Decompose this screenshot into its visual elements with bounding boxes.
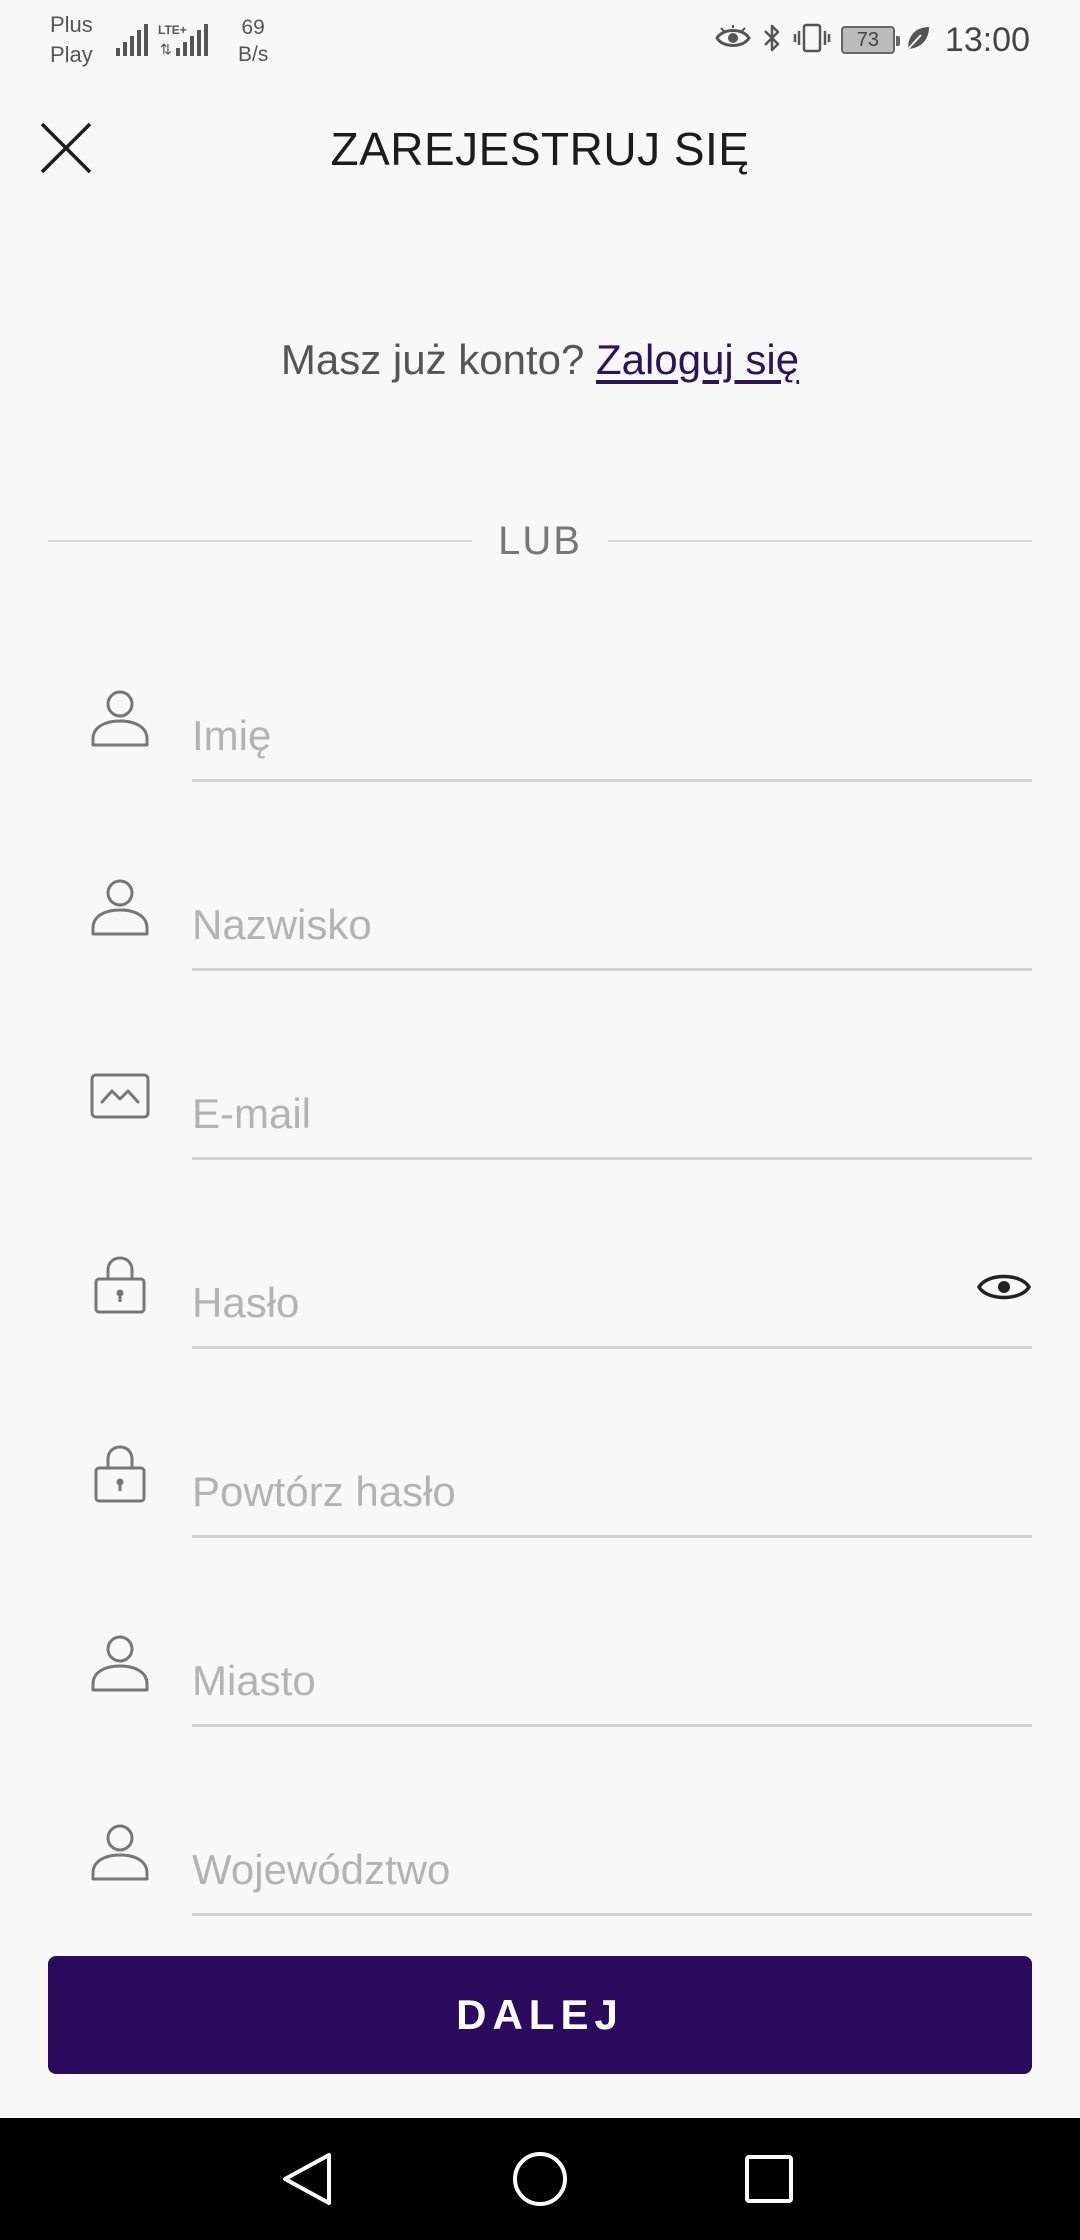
login-prompt: Masz już konto? Zaloguj się [0,336,1080,384]
region-input[interactable] [192,1796,1032,1916]
or-divider: LUB [48,516,1032,566]
clock: 13:00 [944,20,1030,59]
first-name-input[interactable] [192,662,1032,782]
status-bar: Plus Play LTE+ ⇅ 69 B/s 73 13:00 [0,0,1080,80]
back-triangle-icon [283,2153,331,2205]
battery-icon: 73 [840,26,900,54]
next-button[interactable]: DALEJ [48,1956,1032,2074]
city-field [0,1607,1080,1737]
page-title: ZAREJESTRUJ SIĘ [330,123,750,175]
person-icon [88,1631,152,1695]
envelope-icon [88,1064,152,1128]
repeat-password-field [0,1418,1080,1548]
eye-comfort-icon [715,24,751,57]
person-icon [88,875,152,939]
person-icon [88,1820,152,1884]
speed-value: 69 [241,16,265,39]
svg-text:LTE+: LTE+ [158,23,187,37]
carrier-label: Plus Play [50,10,93,70]
recents-button[interactable] [734,2144,804,2214]
status-indicators: 73 13:00 [715,16,1030,64]
network-speed: 69 B/s [238,14,268,68]
email-field [0,1040,1080,1170]
home-circle-icon [513,2152,567,2206]
password-field [0,1229,1080,1359]
carrier-line1: Plus [50,12,93,37]
speed-unit: B/s [238,43,269,66]
home-button[interactable] [505,2144,575,2214]
person-icon [88,686,152,750]
system-nav-bar [0,2118,1080,2240]
login-link[interactable]: Zaloguj się [596,336,799,383]
carrier-line2: Play [50,42,93,67]
divider-line-right [607,540,1032,542]
lock-icon [88,1253,152,1317]
eye-icon [976,1274,1032,1300]
vibrate-icon [793,22,831,59]
svg-text:⇅: ⇅ [160,41,172,57]
lock-icon [88,1442,152,1506]
show-password-button[interactable] [972,1255,1036,1319]
login-prompt-text: Masz już konto? [280,336,597,383]
divider-label: LUB [498,518,582,563]
back-button[interactable] [272,2144,342,2214]
leaf-icon [905,24,931,57]
bluetooth-icon [761,22,783,59]
last-name-field [0,851,1080,981]
password-input[interactable] [192,1229,1032,1349]
city-input[interactable] [192,1607,1032,1727]
email-input[interactable] [192,1040,1032,1160]
recents-square-icon [745,2155,793,2203]
signal-strength-icon: LTE+ ⇅ [114,20,224,65]
battery-level: 73 [856,28,880,51]
registration-screen: Plus Play LTE+ ⇅ 69 B/s 73 13:00 ZAREJES… [0,0,1080,2240]
region-field [0,1796,1080,1926]
first-name-field [0,662,1080,792]
repeat-password-input[interactable] [192,1418,1032,1538]
last-name-input[interactable] [192,851,1032,971]
divider-line-left [48,540,473,542]
